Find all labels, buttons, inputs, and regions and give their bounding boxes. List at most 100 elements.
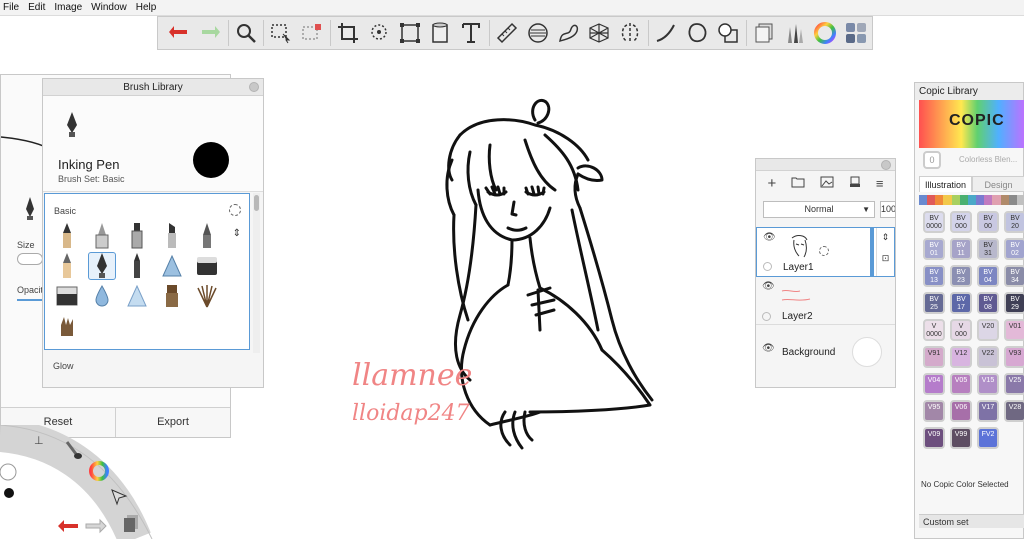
clear-layer-icon[interactable] (849, 176, 861, 191)
folder-icon[interactable] (791, 176, 805, 191)
zoom-icon[interactable] (231, 18, 261, 48)
copic-swatch[interactable]: BV 17 (950, 292, 972, 314)
stroke-icon[interactable] (651, 18, 681, 48)
copic-swatch[interactable]: BV 02 (1004, 238, 1024, 260)
copic-swatch[interactable]: V22 (977, 346, 999, 368)
copic-swatch[interactable]: BV 29 (1004, 292, 1024, 314)
copic-swatch[interactable]: V12 (950, 346, 972, 368)
add-image-icon[interactable] (820, 176, 834, 191)
copic-swatch[interactable]: BV 13 (923, 265, 945, 287)
copic-swatch[interactable]: BV 31 (977, 238, 999, 260)
copic-swatch[interactable]: V25 (1004, 373, 1024, 395)
shape-icon[interactable] (682, 18, 712, 48)
menu-help[interactable]: Help (134, 0, 164, 16)
canvas-drawing[interactable]: llamnee lloidap247 (340, 90, 710, 460)
technical-pen-brush[interactable] (88, 222, 116, 250)
layer-opacity-field[interactable]: 100 (880, 201, 896, 218)
layer-move-handle[interactable]: ⇕ ⊡ (876, 228, 894, 276)
lock-toggle[interactable] (763, 262, 772, 271)
ruler-icon[interactable] (492, 18, 522, 48)
copic-swatch[interactable]: V91 (923, 346, 945, 368)
layer-row-layer1[interactable]: 👁 Layer1 ⇕ ⊡ (756, 227, 895, 277)
copic-swatch[interactable]: BV 000 (950, 211, 972, 233)
layer-row-background[interactable]: 👁 Background (756, 327, 895, 367)
copic-swatch[interactable]: BV 23 (950, 265, 972, 287)
lagoon-select-icon[interactable] (110, 488, 128, 509)
brush-set-icon[interactable] (779, 18, 809, 48)
chisel-marker-brush[interactable] (158, 222, 186, 250)
perspective-icon[interactable] (585, 18, 615, 48)
hard-eraser-brush[interactable] (53, 282, 81, 310)
copic-swatch[interactable]: V20 (977, 319, 999, 341)
copic-swatch[interactable]: V09 (923, 427, 945, 449)
menu-window[interactable]: Window (89, 0, 134, 16)
french-curve-icon[interactable] (554, 18, 584, 48)
layer-row-layer2[interactable]: 👁 Layer2 (756, 279, 895, 325)
copic-swatch[interactable]: V05 (950, 373, 972, 395)
visibility-eye-icon[interactable]: 👁 (762, 281, 775, 292)
symmetry-icon[interactable] (615, 18, 645, 48)
close-icon[interactable] (249, 82, 259, 92)
texture-brush[interactable] (53, 312, 81, 340)
blend-mode-select[interactable]: Normal ▼ (763, 201, 875, 218)
copic-swatch[interactable]: V01 (1004, 319, 1024, 341)
copic-swatch[interactable]: BV 20 (1004, 211, 1024, 233)
menu-edit[interactable]: Edit (26, 0, 52, 16)
custom-set-bar[interactable]: Custom set (919, 514, 1024, 528)
ballpoint-brush[interactable] (123, 252, 151, 280)
opacity-slider[interactable] (17, 299, 43, 301)
lagoon-undo-icon[interactable] (56, 517, 80, 538)
brush-library-scrollbar[interactable] (253, 193, 260, 353)
selection-mask-icon[interactable] (297, 18, 327, 48)
smear-brush[interactable] (158, 282, 186, 310)
copic-swatch[interactable]: BV 04 (977, 265, 999, 287)
pencil-brush[interactable] (53, 222, 81, 250)
ellipse-guide-icon[interactable] (523, 18, 553, 48)
copic-swatch[interactable]: BV 11 (950, 238, 972, 260)
copic-swatch[interactable]: BV 08 (977, 292, 999, 314)
lagoon-redo-icon[interactable] (84, 517, 108, 538)
reorder-icon[interactable]: ⇕ (233, 228, 241, 239)
transform-icon[interactable] (395, 18, 425, 48)
text-icon[interactable] (456, 18, 486, 48)
copic-swatch[interactable]: V 0000 (923, 319, 945, 341)
size-slider[interactable] (17, 253, 43, 265)
tab-illustration[interactable]: Illustration (919, 176, 972, 192)
marker-brush[interactable] (123, 222, 151, 250)
hard-pencil-brush[interactable] (53, 252, 81, 280)
copy-merged-icon[interactable] (713, 18, 743, 48)
copic-swatch[interactable]: BV 0000 (923, 211, 945, 233)
menu-file[interactable]: File (0, 0, 26, 16)
airbrush-brush[interactable] (158, 252, 186, 280)
lasso-icon[interactable] (364, 18, 394, 48)
copic-swatch[interactable]: V 000 (950, 319, 972, 341)
close-icon[interactable] (881, 160, 891, 170)
eraser-brush[interactable] (193, 252, 221, 280)
undo-icon[interactable] (164, 18, 194, 48)
copic-swatch[interactable]: BV 34 (1004, 265, 1024, 287)
copic-swatch[interactable]: V99 (950, 427, 972, 449)
soft-airbrush-brush[interactable] (123, 282, 151, 310)
visibility-eye-icon[interactable]: 👁 (762, 343, 775, 354)
menu-image[interactable]: Image (52, 0, 89, 16)
lock-toggle[interactable] (762, 312, 771, 321)
copic-swatch[interactable]: V06 (950, 400, 972, 422)
crop-icon[interactable] (333, 18, 363, 48)
copic-swatch[interactable]: V04 (923, 373, 945, 395)
lagoon-layers-icon[interactable] (122, 513, 140, 536)
copic-swatch[interactable]: V93 (1004, 346, 1024, 368)
lagoon-color-wheel-icon[interactable] (88, 460, 110, 485)
visibility-eye-icon[interactable]: 👁 (763, 232, 776, 243)
copic-swatch[interactable]: V28 (1004, 400, 1024, 422)
lagoon-brush-icon[interactable] (64, 440, 82, 463)
copic-swatch[interactable]: V95 (923, 400, 945, 422)
copic-swatch[interactable]: V15 (977, 373, 999, 395)
layer-icon[interactable] (749, 18, 779, 48)
inking-pen-brush[interactable] (88, 252, 116, 280)
dashed-circle-icon[interactable] (229, 204, 241, 216)
copic-color-family-strip[interactable] (919, 195, 1024, 205)
lagoon-mirror-icon[interactable]: ⊥ (34, 434, 44, 447)
fill-bucket-icon[interactable] (426, 18, 456, 48)
copic-swatch[interactable]: BV 01 (923, 238, 945, 260)
ink-pen-brush[interactable] (193, 222, 221, 250)
